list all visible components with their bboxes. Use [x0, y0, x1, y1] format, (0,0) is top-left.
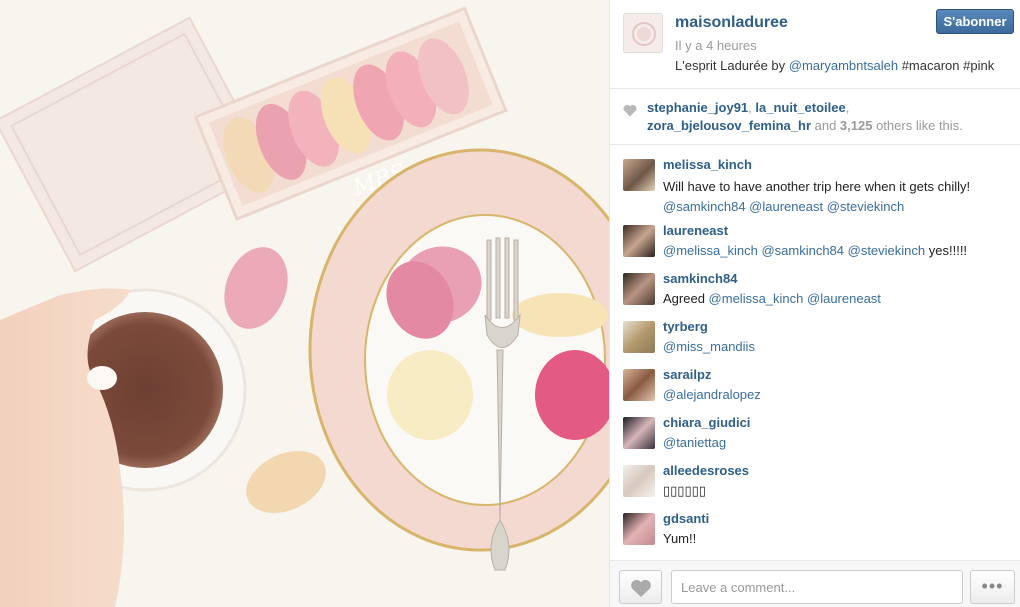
comment-item: sarailpz @alejandralopez — [610, 356, 1020, 404]
liker-username[interactable]: la_nuit_etoilee — [755, 100, 845, 115]
comment-text: ▯▯▯▯▯▯ — [663, 481, 1013, 501]
comment-item: gdsanti Yum!! — [610, 500, 1020, 548]
comment-username[interactable]: melissa_kinch — [663, 157, 752, 172]
post-header: maisonladuree Il y a 4 heures L'esprit L… — [610, 0, 1020, 89]
likes-count[interactable]: 3,125 — [840, 118, 873, 133]
more-options-button[interactable]: ••• — [970, 570, 1015, 604]
avatar[interactable] — [623, 273, 655, 305]
comment-input[interactable] — [671, 570, 963, 604]
likes-section: stephanie_joy91, la_nuit_etoilee, zora_b… — [610, 89, 1020, 145]
caption-mention[interactable]: @maryambntsaleh — [789, 58, 898, 73]
comment-body: ▯▯▯▯▯▯ — [663, 483, 706, 498]
likes-separator: , — [845, 100, 850, 115]
comment-username[interactable]: tyrberg — [663, 319, 708, 334]
comment-item: laureneast @melissa_kinch @samkinch84 @s… — [610, 212, 1020, 260]
comment-username[interactable]: alleedesroses — [663, 463, 749, 478]
post-timestamp[interactable]: Il y a 4 heures — [675, 38, 757, 53]
comment-username[interactable]: samkinch84 — [663, 271, 737, 286]
likes-text: stephanie_joy91, la_nuit_etoilee, zora_b… — [647, 99, 1007, 135]
avatar[interactable] — [623, 513, 655, 545]
avatar[interactable] — [623, 159, 655, 191]
comment-mentions[interactable]: @miss_mandiis — [663, 339, 755, 354]
comment-text: @taniettag — [663, 433, 1013, 453]
avatar[interactable] — [623, 465, 655, 497]
owner-avatar[interactable] — [623, 13, 663, 53]
comment-item: tyrberg @miss_mandiis — [610, 308, 1020, 356]
comment-item: chiara_giudici @taniettag — [610, 404, 1020, 452]
comment-username[interactable]: gdsanti — [663, 511, 709, 526]
comment-text: @miss_mandiis — [663, 337, 1013, 357]
comment-text: @alejandralopez — [663, 385, 1013, 405]
post-details-panel: maisonladuree Il y a 4 heures L'esprit L… — [609, 0, 1020, 607]
comment-item: samkinch84 Agreed @melissa_kinch @lauren… — [610, 260, 1020, 308]
comment-text: Agreed @melissa_kinch @laureneast — [663, 289, 1013, 309]
caption-text: L'esprit Ladurée by — [675, 58, 789, 73]
comment-mentions[interactable]: @taniettag — [663, 435, 726, 450]
heart-icon — [631, 579, 651, 597]
comments-list[interactable]: melissa_kinch Will have to have another … — [610, 146, 1020, 558]
comment-body: yes!!!!! — [925, 243, 968, 258]
comment-text: Will have to have another trip here when… — [663, 177, 1013, 217]
avatar[interactable] — [623, 417, 655, 449]
post-caption: L'esprit Ladurée by @maryambntsaleh #mac… — [675, 58, 994, 73]
avatar[interactable] — [623, 225, 655, 257]
comment-item: melissa_kinch Will have to have another … — [610, 146, 1020, 214]
comment-username[interactable]: laureneast — [663, 223, 728, 238]
comment-text: @melissa_kinch @samkinch84 @steviekinch … — [663, 241, 1013, 261]
comment-username[interactable]: sarailpz — [663, 367, 711, 382]
comment-username[interactable]: chiara_giudici — [663, 415, 750, 430]
post-photo[interactable]: MBS. — [0, 0, 609, 607]
comment-mentions[interactable]: @alejandralopez — [663, 387, 761, 402]
caption-hashtags[interactable]: #macaron #pink — [898, 58, 995, 73]
likes-and: and — [811, 118, 840, 133]
comment-footer: ••• — [610, 560, 1020, 607]
comment-body: Agreed — [663, 291, 709, 306]
comment-body: Yum!! — [663, 531, 697, 546]
liker-username[interactable]: zora_bjelousov_femina_hr — [647, 118, 811, 133]
owner-username[interactable]: maisonladuree — [675, 14, 788, 32]
avatar[interactable] — [623, 369, 655, 401]
follow-button[interactable]: S'abonner — [936, 9, 1014, 34]
liker-username[interactable]: stephanie_joy91 — [647, 100, 748, 115]
comment-item: alleedesroses ▯▯▯▯▯▯ — [610, 452, 1020, 500]
like-button[interactable] — [619, 570, 662, 604]
comment-mentions[interactable]: @melissa_kinch @samkinch84 @steviekinch — [663, 243, 925, 258]
comment-body: Will have to have another trip here when… — [663, 179, 971, 194]
comment-mentions[interactable]: @melissa_kinch @laureneast — [709, 291, 881, 306]
avatar[interactable] — [623, 321, 655, 353]
heart-icon — [623, 104, 637, 117]
macaron-photo: MBS. — [0, 0, 609, 607]
more-options-icon: ••• — [981, 576, 1004, 596]
comment-text: Yum!! — [663, 529, 1013, 549]
likes-suffix: others like this. — [872, 118, 963, 133]
